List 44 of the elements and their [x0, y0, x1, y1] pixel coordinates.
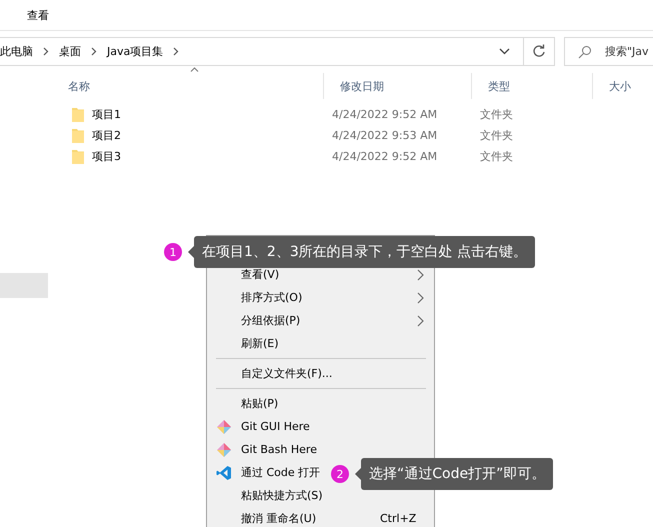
- chevron-icon: [43, 46, 49, 56]
- modified-date: 4/24/2022 9:52 AM: [332, 108, 438, 121]
- folder-icon: [72, 107, 84, 122]
- refresh-icon: [532, 44, 546, 58]
- chevron-icon: [91, 46, 97, 56]
- code-editor-icon: [216, 464, 232, 480]
- diamond-logo-icon: [216, 442, 232, 458]
- menu-item[interactable]: 自定义文件夹(F)...: [207, 362, 434, 385]
- dropdown-icon[interactable]: [499, 48, 510, 54]
- file-name[interactable]: 项目2: [92, 128, 121, 143]
- callout-pointer: [188, 246, 194, 258]
- column-header[interactable]: 修改日期: [340, 78, 384, 94]
- diamond-logo-icon: [216, 418, 232, 434]
- chevron-icon: [173, 46, 180, 56]
- menu-item[interactable]: 排序方式(O): [207, 286, 434, 309]
- modified-date: 4/24/2022 9:53 AM: [332, 129, 438, 142]
- folder-icon: [72, 128, 84, 143]
- column-header[interactable]: 类型: [488, 78, 510, 94]
- callout-tooltip: 选择“通过Code打开”即可。: [361, 458, 554, 490]
- menu-item[interactable]: 刷新(E): [207, 332, 434, 355]
- breadcrumb[interactable]: Java项目集: [107, 44, 170, 58]
- callout-tooltip: 在项目1、2、3所在的目录下，于空白处 点击右键。: [194, 236, 536, 268]
- breadcrumb[interactable]: 此电脑: [0, 44, 39, 58]
- callout-pointer: [355, 468, 361, 480]
- folder-icon: [72, 149, 84, 164]
- modified-date: 4/24/2022 9:52 AM: [332, 150, 438, 163]
- column-header[interactable]: 大小: [609, 78, 631, 94]
- column-header[interactable]: 名称: [68, 78, 90, 94]
- step-badge: 1: [164, 243, 182, 261]
- file-name[interactable]: 项目3: [92, 149, 121, 164]
- file-type: 文件夹: [480, 128, 513, 143]
- menu-item[interactable]: 粘贴(P): [207, 392, 434, 415]
- search-field[interactable]: 搜索"Jav: [564, 36, 653, 66]
- file-type: 文件夹: [480, 149, 513, 164]
- file-name[interactable]: 项目1: [92, 107, 121, 122]
- menu-item[interactable]: 分组依据(P): [207, 309, 434, 332]
- menu-item[interactable]: Git GUI Here: [207, 415, 434, 438]
- ribbon-tab[interactable]: 查看: [27, 8, 49, 22]
- breadcrumb[interactable]: 桌面: [59, 44, 87, 58]
- search-icon: [578, 44, 592, 58]
- menu-item[interactable]: Git Bash Here: [207, 438, 434, 461]
- menu-item[interactable]: 撤消 重命名(U) Ctrl+Z: [207, 507, 434, 527]
- file-type: 文件夹: [480, 107, 513, 122]
- address-bar[interactable]: 此电脑 桌面 Java项目集: [0, 36, 555, 66]
